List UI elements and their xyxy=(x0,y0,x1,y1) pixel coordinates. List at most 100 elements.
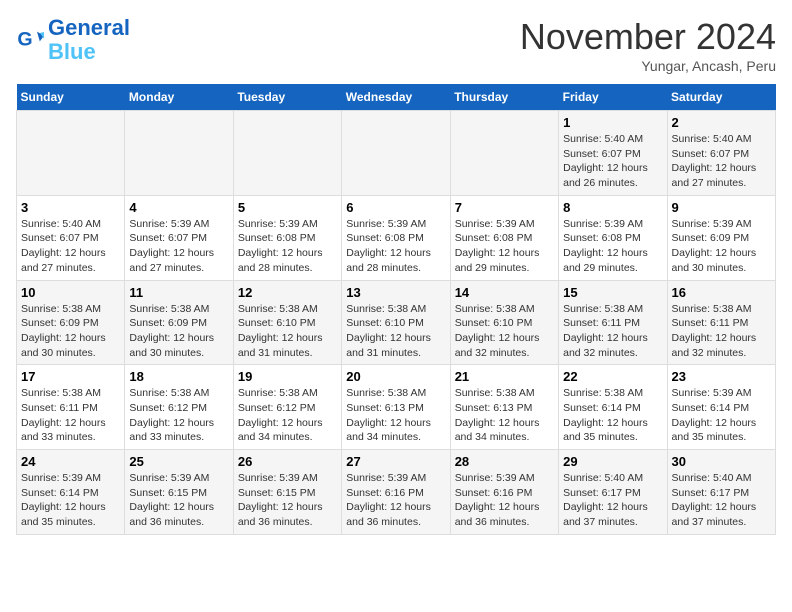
day-info: Sunrise: 5:40 AMSunset: 6:07 PMDaylight:… xyxy=(21,217,120,276)
day-info: Sunrise: 5:39 AMSunset: 6:08 PMDaylight:… xyxy=(238,217,337,276)
day-info: Sunrise: 5:38 AMSunset: 6:13 PMDaylight:… xyxy=(346,386,445,445)
calendar-cell: 14Sunrise: 5:38 AMSunset: 6:10 PMDayligh… xyxy=(450,280,558,365)
calendar-cell: 1Sunrise: 5:40 AMSunset: 6:07 PMDaylight… xyxy=(559,111,667,196)
calendar-cell: 13 Sunrise: 5:38 AMSunset: 6:10 PMDayligh… xyxy=(342,280,450,365)
calendar-cell: 22 Sunrise: 5:38 AMSunset: 6:14 PMDayligh… xyxy=(559,365,667,450)
day-info: Sunrise: 5:39 AMSunset: 6:16 PMDaylight:… xyxy=(346,471,445,530)
header-sunday: Sunday xyxy=(17,84,125,111)
day-number: 29 xyxy=(563,454,662,469)
calendar-cell xyxy=(125,111,233,196)
calendar-cell: 24 Sunrise: 5:39 AMSunset: 6:14 PMDayligh… xyxy=(17,450,125,535)
day-info: Sunrise: 5:39 AMSunset: 6:08 PMDaylight:… xyxy=(455,217,554,276)
calendar-cell: 21Sunrise: 5:38 AMSunset: 6:13 PMDayligh… xyxy=(450,365,558,450)
day-number: 12 xyxy=(238,285,337,300)
logo: G GeneralBlue xyxy=(16,16,130,64)
day-number: 7 xyxy=(455,200,554,215)
day-number: 8 xyxy=(563,200,662,215)
calendar-cell: 11 Sunrise: 5:38 AMSunset: 6:09 PMDayligh… xyxy=(125,280,233,365)
day-info: Sunrise: 5:39 AMSunset: 6:14 PMDaylight:… xyxy=(21,471,120,530)
day-number: 5 xyxy=(238,200,337,215)
calendar-cell: 10Sunrise: 5:38 AMSunset: 6:09 PMDayligh… xyxy=(17,280,125,365)
day-number: 19 xyxy=(238,369,337,384)
day-number: 16 xyxy=(672,285,771,300)
calendar-cell: 27 Sunrise: 5:39 AMSunset: 6:16 PMDayligh… xyxy=(342,450,450,535)
day-number: 17 xyxy=(21,369,120,384)
header-tuesday: Tuesday xyxy=(233,84,341,111)
header-thursday: Thursday xyxy=(450,84,558,111)
calendar-cell xyxy=(17,111,125,196)
day-number: 15 xyxy=(563,285,662,300)
page-header: G GeneralBlue November 2024 Yungar, Anca… xyxy=(16,16,776,74)
header-wednesday: Wednesday xyxy=(342,84,450,111)
day-info: Sunrise: 5:39 AMSunset: 6:16 PMDaylight:… xyxy=(455,471,554,530)
day-number: 27 xyxy=(346,454,445,469)
calendar-cell: 23 Sunrise: 5:39 AMSunset: 6:14 PMDayligh… xyxy=(667,365,775,450)
day-number: 24 xyxy=(21,454,120,469)
calendar-cell xyxy=(450,111,558,196)
day-info: Sunrise: 5:39 AMSunset: 6:15 PMDaylight:… xyxy=(129,471,228,530)
day-info: Sunrise: 5:40 AMSunset: 6:07 PMDaylight:… xyxy=(672,132,771,191)
day-info: Sunrise: 5:38 AMSunset: 6:09 PMDaylight:… xyxy=(21,302,120,361)
calendar-cell: 16 Sunrise: 5:38 AMSunset: 6:11 PMDayligh… xyxy=(667,280,775,365)
day-info: Sunrise: 5:38 AMSunset: 6:10 PMDaylight:… xyxy=(346,302,445,361)
day-number: 23 xyxy=(672,369,771,384)
day-info: Sunrise: 5:39 AMSunset: 6:15 PMDaylight:… xyxy=(238,471,337,530)
header-monday: Monday xyxy=(125,84,233,111)
day-info: Sunrise: 5:38 AMSunset: 6:14 PMDaylight:… xyxy=(563,386,662,445)
logo-text: GeneralBlue xyxy=(48,16,130,64)
calendar-cell: 3 Sunrise: 5:40 AMSunset: 6:07 PMDaylight… xyxy=(17,195,125,280)
day-info: Sunrise: 5:40 AMSunset: 6:17 PMDaylight:… xyxy=(672,471,771,530)
calendar-cell: 8 Sunrise: 5:39 AMSunset: 6:08 PMDaylight… xyxy=(559,195,667,280)
calendar-cell xyxy=(342,111,450,196)
day-info: Sunrise: 5:38 AMSunset: 6:09 PMDaylight:… xyxy=(129,302,228,361)
day-number: 22 xyxy=(563,369,662,384)
day-info: Sunrise: 5:38 AMSunset: 6:12 PMDaylight:… xyxy=(238,386,337,445)
calendar-cell: 18 Sunrise: 5:38 AMSunset: 6:12 PMDayligh… xyxy=(125,365,233,450)
svg-text:G: G xyxy=(17,29,32,51)
calendar-cell: 5 Sunrise: 5:39 AMSunset: 6:08 PMDaylight… xyxy=(233,195,341,280)
day-number: 20 xyxy=(346,369,445,384)
day-info: Sunrise: 5:39 AMSunset: 6:08 PMDaylight:… xyxy=(346,217,445,276)
calendar-cell: 12 Sunrise: 5:38 AMSunset: 6:10 PMDayligh… xyxy=(233,280,341,365)
day-info: Sunrise: 5:39 AMSunset: 6:14 PMDaylight:… xyxy=(672,386,771,445)
day-number: 1 xyxy=(563,115,662,130)
header-saturday: Saturday xyxy=(667,84,775,111)
day-number: 11 xyxy=(129,285,228,300)
calendar-week-row: 24 Sunrise: 5:39 AMSunset: 6:14 PMDayligh… xyxy=(17,450,776,535)
day-info: Sunrise: 5:39 AMSunset: 6:08 PMDaylight:… xyxy=(563,217,662,276)
calendar-cell: 7 Sunrise: 5:39 AMSunset: 6:08 PMDaylight… xyxy=(450,195,558,280)
calendar-cell: 20 Sunrise: 5:38 AMSunset: 6:13 PMDayligh… xyxy=(342,365,450,450)
day-info: Sunrise: 5:38 AMSunset: 6:11 PMDaylight:… xyxy=(672,302,771,361)
logo-icon: G xyxy=(16,26,44,54)
day-info: Sunrise: 5:40 AMSunset: 6:17 PMDaylight:… xyxy=(563,471,662,530)
calendar-table: SundayMondayTuesdayWednesdayThursdayFrid… xyxy=(16,84,776,535)
day-number: 21 xyxy=(455,369,554,384)
day-info: Sunrise: 5:38 AMSunset: 6:10 PMDaylight:… xyxy=(455,302,554,361)
day-number: 6 xyxy=(346,200,445,215)
day-info: Sunrise: 5:38 AMSunset: 6:10 PMDaylight:… xyxy=(238,302,337,361)
day-info: Sunrise: 5:38 AMSunset: 6:12 PMDaylight:… xyxy=(129,386,228,445)
calendar-cell: 29 Sunrise: 5:40 AMSunset: 6:17 PMDayligh… xyxy=(559,450,667,535)
day-number: 2 xyxy=(672,115,771,130)
day-number: 25 xyxy=(129,454,228,469)
calendar-cell: 6 Sunrise: 5:39 AMSunset: 6:08 PMDaylight… xyxy=(342,195,450,280)
calendar-cell: 28 Sunrise: 5:39 AMSunset: 6:16 PMDayligh… xyxy=(450,450,558,535)
location: Yungar, Ancash, Peru xyxy=(520,58,776,74)
day-info: Sunrise: 5:38 AMSunset: 6:11 PMDaylight:… xyxy=(21,386,120,445)
day-info: Sunrise: 5:38 AMSunset: 6:11 PMDaylight:… xyxy=(563,302,662,361)
day-number: 4 xyxy=(129,200,228,215)
calendar-week-row: 17 Sunrise: 5:38 AMSunset: 6:11 PMDayligh… xyxy=(17,365,776,450)
day-number: 26 xyxy=(238,454,337,469)
day-number: 3 xyxy=(21,200,120,215)
day-number: 28 xyxy=(455,454,554,469)
day-number: 18 xyxy=(129,369,228,384)
calendar-cell: 2 Sunrise: 5:40 AMSunset: 6:07 PMDaylight… xyxy=(667,111,775,196)
day-info: Sunrise: 5:39 AMSunset: 6:09 PMDaylight:… xyxy=(672,217,771,276)
day-number: 9 xyxy=(672,200,771,215)
month-title: November 2024 xyxy=(520,16,776,58)
calendar-week-row: 1 Sunrise: 5:40 AMSunset: 6:07 PMDaylight… xyxy=(17,111,776,196)
calendar-cell: 4Sunrise: 5:39 AMSunset: 6:07 PMDaylight… xyxy=(125,195,233,280)
calendar-week-row: 3 Sunrise: 5:40 AMSunset: 6:07 PMDaylight… xyxy=(17,195,776,280)
day-number: 13 xyxy=(346,285,445,300)
calendar-week-row: 10Sunrise: 5:38 AMSunset: 6:09 PMDayligh… xyxy=(17,280,776,365)
